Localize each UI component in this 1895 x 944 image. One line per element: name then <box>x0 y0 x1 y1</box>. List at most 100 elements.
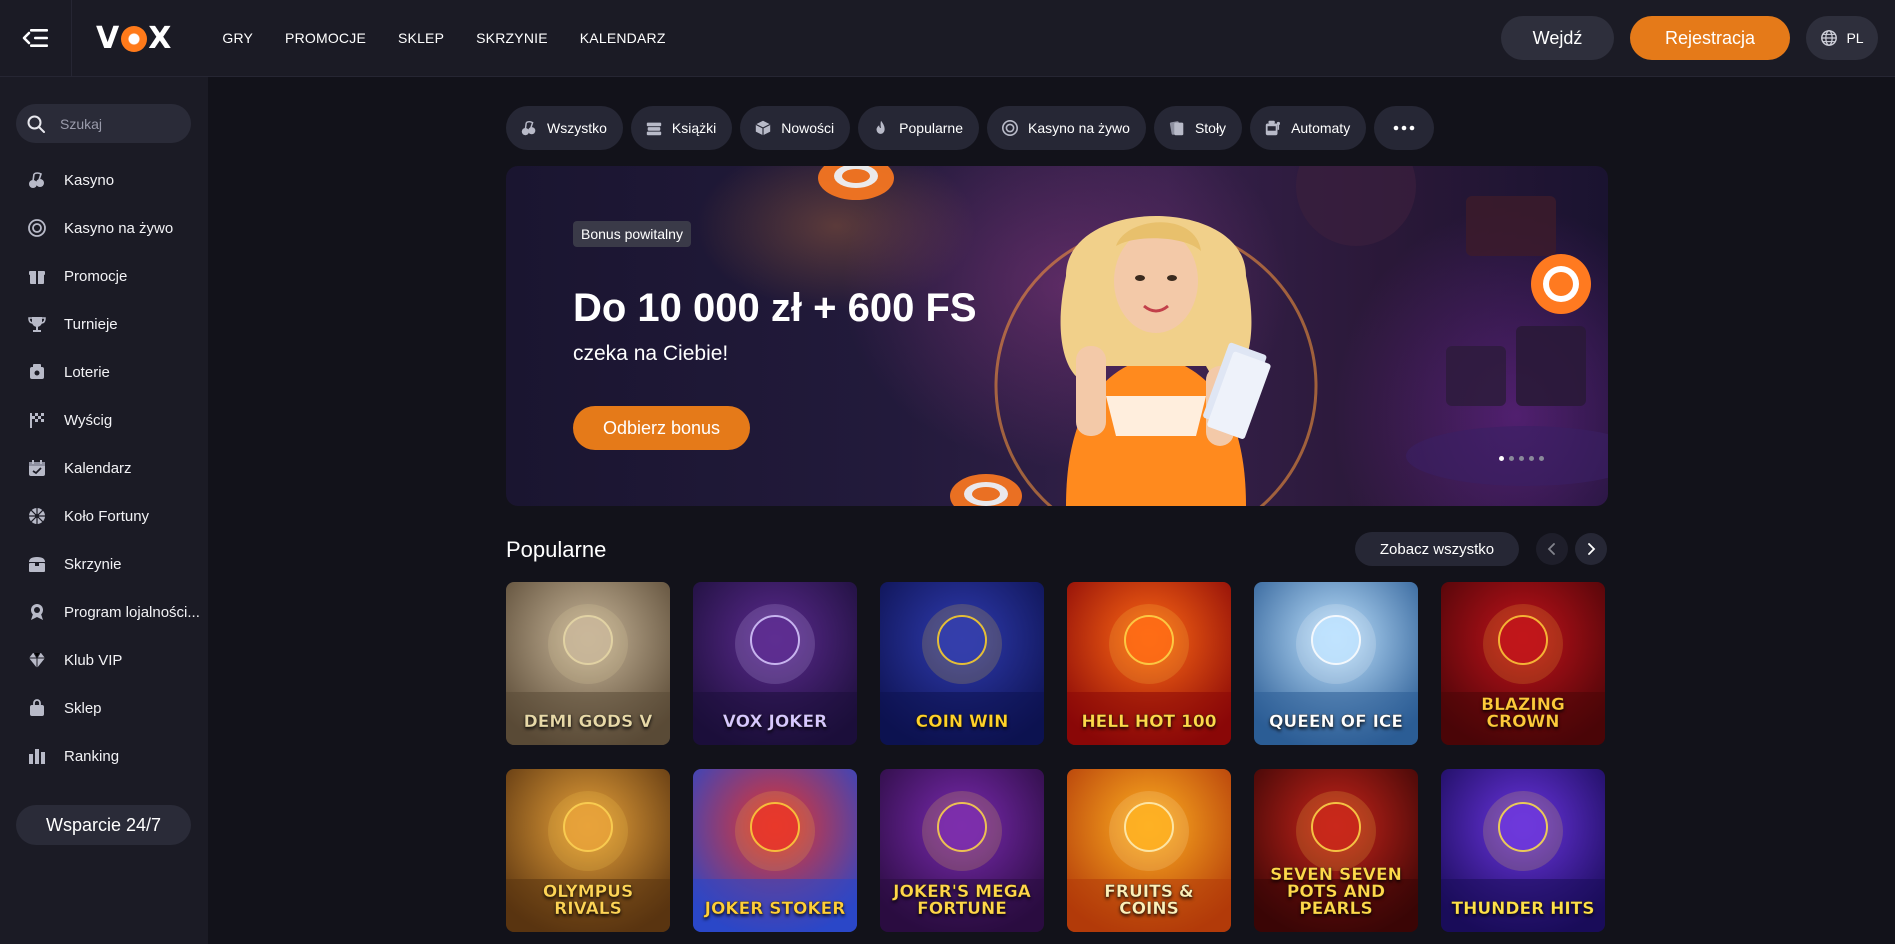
diamond-icon <box>27 650 47 670</box>
support-button[interactable]: Wsparcie 24/7 <box>16 805 191 845</box>
language-selector[interactable]: PL <box>1806 16 1878 60</box>
books-icon <box>645 119 663 137</box>
category-chip-ksiazki[interactable]: Książki <box>630 106 733 150</box>
more-categories-button[interactable] <box>1374 106 1435 150</box>
category-chip-label: Książki <box>671 120 717 136</box>
game-tile-thunder-hits[interactable]: Thunder Hits <box>1441 769 1605 932</box>
carousel-dot[interactable] <box>1539 456 1544 461</box>
casino-chip-icon <box>1531 254 1591 314</box>
menu-toggle-button[interactable] <box>0 0 72 77</box>
sidebar-menu: Kasyno Kasyno na żywo Promocje Turnieje Lote… <box>0 156 208 780</box>
game-title: Seven Seven Pots and Pearls <box>1270 865 1402 919</box>
lottery-icon <box>27 362 47 382</box>
game-tile-olympus-rivals[interactable]: Olympus Rivals <box>506 769 670 932</box>
hero-banner[interactable]: Bonus powitalny Do 10 000 zł + 600 FS cz… <box>506 166 1608 506</box>
sidebar-item-promocje[interactable]: Promocje <box>0 252 208 300</box>
sidebar-item-label: Skrzynie <box>64 555 122 573</box>
nav-sklep[interactable]: SKLEP <box>398 30 444 46</box>
category-chip-label: Popularne <box>899 120 963 136</box>
section-title-popular: Popularne <box>506 537 607 562</box>
sidebar-item-sklep[interactable]: Sklep <box>0 684 208 732</box>
cards-icon <box>1168 119 1186 137</box>
sidebar-item-label: Kalendarz <box>64 459 132 477</box>
game-tile-demi-gods-v[interactable]: Demi Gods V <box>506 582 670 745</box>
sidebar-item-loterie[interactable]: Loterie <box>0 348 208 396</box>
gift-icon <box>27 266 47 286</box>
game-title: Hell Hot 100 <box>1081 712 1217 732</box>
sidebar-item-label: Loterie <box>64 363 110 381</box>
sidebar-item-label: Turnieje <box>64 315 118 333</box>
sidebar-item-kasyno-na-zywo[interactable]: Kasyno na żywo <box>0 204 208 252</box>
globe-icon <box>1821 30 1838 46</box>
sidebar: Kasyno Kasyno na żywo Promocje Turnieje Lote… <box>0 77 208 944</box>
hero-badge: Bonus powitalny <box>573 221 691 247</box>
sidebar-item-label: Kasyno <box>64 171 115 189</box>
carousel-dots <box>1499 456 1544 461</box>
game-title: Olympus Rivals <box>542 882 634 919</box>
sidebar-item-ko-o-fortuny[interactable]: Koło Fortuny <box>0 492 208 540</box>
search-icon <box>27 115 45 133</box>
claim-bonus-button[interactable]: Odbierz bonus <box>573 406 750 450</box>
chevron-right-icon <box>1588 543 1596 555</box>
sidebar-item-wyscig[interactable]: Wyścig <box>0 396 208 444</box>
nav-skrzynie[interactable]: SKRZYNIE <box>476 30 548 46</box>
login-button[interactable]: Wejdź <box>1501 16 1614 60</box>
category-chip-label: Kasyno na żywo <box>1027 120 1130 136</box>
category-chip-popularne[interactable]: Popularne <box>858 106 979 150</box>
search-box[interactable] <box>16 104 191 143</box>
vox-logo[interactable]: VX <box>96 21 172 56</box>
sidebar-item-label: Ranking <box>64 747 120 765</box>
cube-icon <box>754 119 772 137</box>
logo-chip-icon <box>121 26 148 52</box>
category-chip-label: Stoły <box>1194 120 1227 136</box>
sidebar-item-turnieje[interactable]: Turnieje <box>0 300 208 348</box>
shop-bag-icon <box>27 698 47 718</box>
game-tile-seven-seven-pots-and-pearls[interactable]: Seven Seven Pots and Pearls <box>1254 769 1418 932</box>
sidebar-item-program-lojalnosci[interactable]: Program lojalności... <box>0 588 208 636</box>
game-tile-joker-stoker[interactable]: Joker Stoker <box>693 769 857 932</box>
game-tile-queen-of-ice[interactable]: Queen of Ice <box>1254 582 1418 745</box>
game-title: Joker's Mega Fortune <box>893 882 1031 919</box>
carousel-dot[interactable] <box>1519 456 1524 461</box>
live-chip-icon <box>1001 119 1019 137</box>
carousel-dot[interactable] <box>1509 456 1514 461</box>
top-right-actions: Wejdź Rejestracja PL <box>1501 16 1878 60</box>
hero-illustration <box>818 166 1608 506</box>
carousel-next-button[interactable] <box>1575 533 1607 565</box>
game-tile-hell-hot-100[interactable]: Hell Hot 100 <box>1067 582 1231 745</box>
nav-gry[interactable]: GRY <box>222 30 253 46</box>
search-input[interactable] <box>60 115 180 132</box>
sidebar-item-klub-vip[interactable]: Klub VIP <box>0 636 208 684</box>
game-tile-coin-win[interactable]: Coin Win <box>880 582 1044 745</box>
sidebar-item-kasyno[interactable]: Kasyno <box>0 156 208 204</box>
see-all-button[interactable]: Zobacz wszystko <box>1355 532 1519 566</box>
category-chip-wszystko[interactable]: Wszystko <box>506 106 623 150</box>
category-chip-kasyno-na-zywo[interactable]: Kasyno na żywo <box>986 106 1146 150</box>
register-button[interactable]: Rejestracja <box>1630 16 1790 60</box>
game-tile-vox-joker[interactable]: Vox Joker <box>693 582 857 745</box>
sidebar-item-kalendarz[interactable]: Kalendarz <box>0 444 208 492</box>
category-chip-automaty[interactable]: Automaty <box>1250 106 1367 150</box>
language-code: PL <box>1846 30 1864 46</box>
trophy-icon <box>27 314 47 334</box>
sidebar-item-skrzynie[interactable]: Skrzynie <box>0 540 208 588</box>
game-tile-fruits-coins[interactable]: Fruits & Coins <box>1067 769 1231 932</box>
carousel-dot[interactable] <box>1529 456 1534 461</box>
cherries-icon <box>27 170 47 190</box>
category-chip-sto-y[interactable]: Stoły <box>1153 106 1243 150</box>
sidebar-item-label: Program lojalności... <box>64 603 200 621</box>
game-tile-blazing-crown[interactable]: Blazing Crown <box>1441 582 1605 745</box>
sidebar-item-ranking[interactable]: Ranking <box>0 732 208 780</box>
slot-machine-icon <box>1264 119 1282 137</box>
game-title: Joker Stoker <box>704 899 846 919</box>
category-chip-nowosci[interactable]: Nowości <box>740 106 851 150</box>
sidebar-item-label: Promocje <box>64 267 128 285</box>
game-tile-joker-s-mega-fortune[interactable]: Joker's Mega Fortune <box>880 769 1044 932</box>
category-chip-label: Wszystko <box>547 120 607 136</box>
top-nav: GRY PROMOCJE SKLEP SKRZYNIE KALENDARZ <box>222 30 665 46</box>
nav-promocje[interactable]: PROMOCJE <box>285 30 366 46</box>
chevron-left-icon <box>1547 543 1555 555</box>
carousel-prev-button[interactable] <box>1536 533 1568 565</box>
nav-kalendarz[interactable]: KALENDARZ <box>580 30 666 46</box>
carousel-dot[interactable] <box>1499 456 1504 461</box>
